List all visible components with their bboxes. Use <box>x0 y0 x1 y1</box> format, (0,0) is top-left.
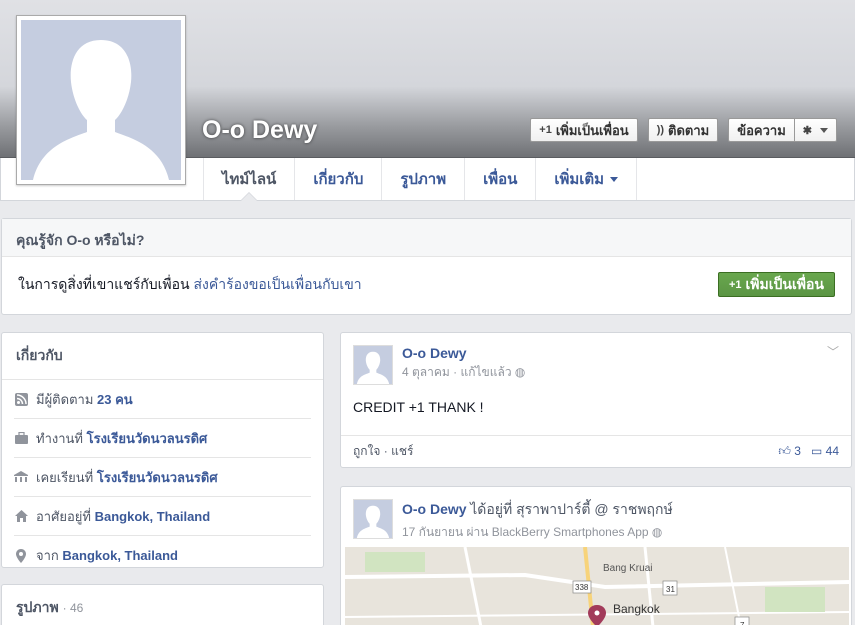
map-graphic: Bang Kruai Bangkok 338 31 7 <box>345 547 849 625</box>
know-person-card: คุณรู้จัก O-o หรือไม่? ในการดูสิ่งที่เขา… <box>1 218 852 315</box>
add-friend-icon: +1 <box>539 124 552 136</box>
chevron-down-icon[interactable]: ﹀ <box>827 343 839 360</box>
globe-icon: ◍ <box>651 525 663 539</box>
like-count[interactable]: 👍︎ 3 <box>778 444 801 459</box>
profile-actions: +1 เพิ่มเป็นเพื่อน )) ติดตาม ข้อความ ✱ <box>530 118 837 142</box>
home-icon <box>14 509 28 523</box>
like-share-links[interactable]: ถูกใจ · แชร์ <box>353 442 413 461</box>
thumbs-up-icon: 👍︎ <box>778 444 791 458</box>
svg-text:31: 31 <box>666 585 675 594</box>
about-lives-in: อาศัยอยู่ที่ Bangkok, Thailand <box>14 497 311 536</box>
about-card: เกี่ยวกับ มีผู้ติดตาม 23 คน ทำงานที่ โรง… <box>1 332 324 568</box>
location-pin-icon <box>14 548 28 563</box>
checkin-map[interactable]: Bang Kruai Bangkok 338 31 7 <box>345 547 849 625</box>
send-request-link[interactable]: ส่งคำร้องขอเป็นเพื่อนกับเขา <box>193 276 361 292</box>
about-education: เคยเรียนที่ โรงเรียนวัดนวลนรดิศ <box>14 458 311 497</box>
settings-dropdown-button[interactable]: ✱ <box>793 118 837 142</box>
tab-more[interactable]: เพิ่มเติม <box>536 158 638 200</box>
add-friend-green-button[interactable]: +1 เพิ่มเป็นเพื่อน <box>717 272 835 297</box>
post-footer: ถูกใจ · แชร์ 👍︎ 3 ▭ 44 <box>341 435 851 467</box>
comment-icon: ▭ <box>810 444 823 458</box>
default-avatar-icon <box>21 20 181 180</box>
post-author[interactable]: O-o Dewy <box>402 345 525 361</box>
profile-picture[interactable] <box>16 15 186 185</box>
gear-icon: ✱ <box>802 124 812 137</box>
timeline-post: O-o Dewy 4 ตุลาคม · แก้ไขแล้ว ◍ ﹀ CREDIT… <box>340 332 852 468</box>
checkin-text[interactable]: ได้อยู่ที่ สุราพาปาร์ตี้ @ ราชพฤกษ์ <box>470 501 673 517</box>
follow-button[interactable]: )) ติดตาม <box>647 118 719 142</box>
message-button[interactable]: ข้อความ <box>728 118 794 142</box>
rss-icon: )) <box>656 124 665 136</box>
know-text-line: ในการดูสิ่งที่เขาแชร์กับเพื่อน ส่งคำร้อง… <box>18 275 362 292</box>
avatar[interactable] <box>353 345 393 385</box>
post-author[interactable]: O-o Dewy <box>402 501 467 517</box>
photos-card: รูปภาพ · 46 <box>1 584 324 625</box>
message-group: ข้อความ ✱ <box>728 118 837 142</box>
post-meta: 4 ตุลาคม · แก้ไขแล้ว ◍ <box>402 365 526 379</box>
briefcase-icon <box>14 431 28 445</box>
svg-text:Bangkok: Bangkok <box>613 602 661 616</box>
photos-title[interactable]: รูปภาพ · 46 <box>2 585 323 625</box>
post-text: CREDIT +1 THANK ! <box>353 399 484 415</box>
profile-name[interactable]: O-o Dewy <box>202 116 317 145</box>
tab-photos[interactable]: รูปภาพ <box>382 158 466 200</box>
svg-text:7: 7 <box>740 621 745 625</box>
globe-icon: ◍ <box>514 365 526 379</box>
comment-count[interactable]: ▭ 44 <box>811 444 839 459</box>
about-work: ทำงานที่ โรงเรียนวัดนวลนรดิศ <box>14 419 311 458</box>
add-friend-icon: +1 <box>728 278 742 291</box>
chevron-down-icon <box>610 176 619 182</box>
about-followers: มีผู้ติดตาม 23 คน <box>14 380 311 419</box>
tab-about[interactable]: เกี่ยวกับ <box>295 158 383 200</box>
tab-timeline[interactable]: ไทม์ไลน์ <box>203 158 296 201</box>
add-friend-button[interactable]: +1 เพิ่มเป็นเพื่อน <box>530 118 638 142</box>
svg-text:338: 338 <box>575 583 589 592</box>
photos-count: · 46 <box>62 601 84 615</box>
about-from: จาก Bangkok, Thailand <box>14 536 311 575</box>
know-title: คุณรู้จัก O-o หรือไม่? <box>2 219 851 257</box>
about-title[interactable]: เกี่ยวกับ <box>2 333 323 380</box>
svg-text:Bang Kruai: Bang Kruai <box>603 563 652 574</box>
rss-icon <box>14 392 28 406</box>
chevron-down-icon <box>820 127 828 133</box>
post-meta: 17 กันยายน ผ่าน BlackBerry Smartphones A… <box>402 525 663 539</box>
education-icon <box>14 470 28 484</box>
profile-tabs: ไทม์ไลน์ เกี่ยวกับ รูปภาพ เพื่อน เพิ่มเต… <box>203 158 638 201</box>
avatar[interactable] <box>353 499 393 539</box>
tab-friends[interactable]: เพื่อน <box>465 158 537 200</box>
timeline-checkin-post: O-o Dewy ได้อยู่ที่ สุราพาปาร์ตี้ @ ราชพ… <box>340 486 852 625</box>
